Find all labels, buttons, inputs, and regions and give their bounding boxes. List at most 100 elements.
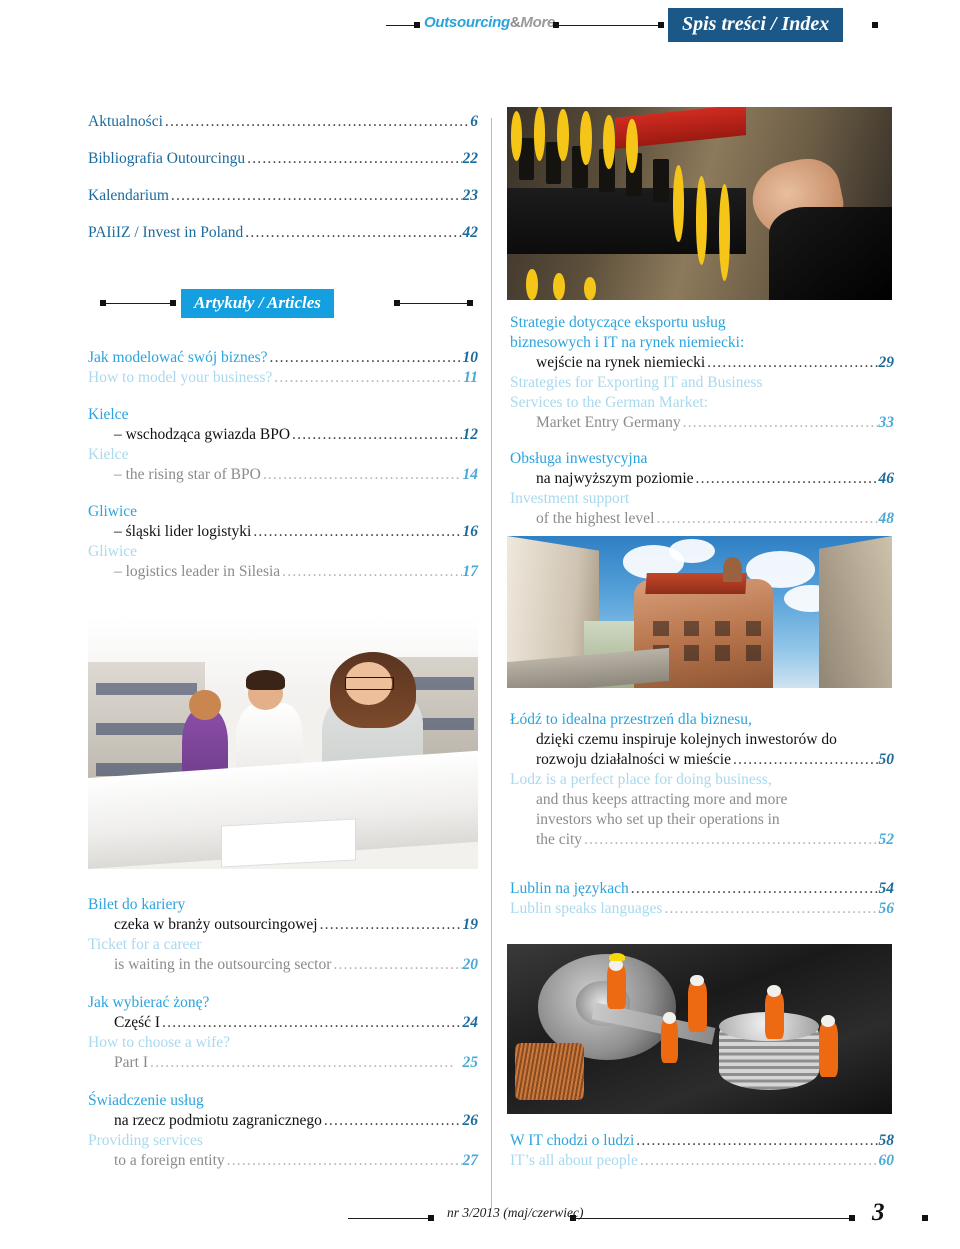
toc-article-pl-subline: – wschodząca gwiazda BPO ...............… [88, 425, 478, 445]
toc-article-en-subtitle: of the highest level [536, 510, 655, 527]
photo-worker-figurine [764, 991, 785, 1040]
toc-entry[interactable]: Bibliografia Outourcingu ...............… [88, 149, 478, 169]
toc-article-pl-title: Obsługa inwestycyjna [510, 450, 648, 467]
leader-dots: ........................................… [292, 426, 461, 443]
toc-article-en-subtitle: is waiting in the outsourcing sector [114, 956, 332, 973]
toc-article-item[interactable]: Obsługa inwestycyjna na najwyższym pozio… [510, 449, 894, 529]
toc-entry-page: 56 [878, 900, 895, 917]
leader-dots: ........................................… [274, 369, 463, 386]
leader-dots: ........................................… [732, 751, 878, 768]
logo-primary-text: Outsourcing [424, 14, 510, 31]
magazine-contents-page: Outsourcing&More Spis treści / Index Akt… [0, 0, 960, 1249]
footer-marker-4 [922, 1215, 928, 1221]
photo-worker-figurine [687, 981, 708, 1033]
toc-article-pl-title: Jak wybierać żonę? [88, 994, 210, 1011]
toc-article-pl-subline: Część I ................................… [88, 1013, 478, 1033]
toc-entry-label: Bibliografia Outourcingu [88, 150, 246, 167]
photo-yellow-cable [557, 108, 569, 162]
toc-article-en-title-line1: Strategies for Exporting IT and Business [510, 374, 763, 391]
photo-worker-helmet [608, 952, 625, 961]
articles-marker-2 [170, 300, 176, 306]
toc-entry[interactable]: Kalendarium ............................… [88, 186, 478, 206]
toc-article-item[interactable]: Kielce – wschodząca gwiazda BPO ........… [88, 405, 478, 485]
toc-article-en-subline: – the rising star of BPO ...............… [88, 465, 478, 485]
articles-rule-right [397, 303, 469, 304]
toc-article-en-title: Investment support [510, 490, 630, 507]
leader-dots: ........................................… [636, 1132, 877, 1149]
toc-article-item[interactable]: Jak wybierać żonę? Część I .............… [88, 993, 478, 1073]
toc-article-en-title: How to choose a wife? [88, 1034, 231, 1051]
toc-article-pl-subtitle: – wschodząca gwiazda BPO [114, 426, 291, 443]
photo-connector [653, 159, 669, 202]
toc-article-pl-subtitle-line1: dzięki czemu inspiruje kolejnych inwesto… [536, 731, 837, 748]
toc-lublin-entry[interactable]: Lublin na językach .....................… [510, 879, 894, 919]
toc-article-item[interactable]: Świadczenie usług na rzecz podmiotu zagr… [88, 1091, 478, 1171]
toc-article-en-subtitle: – the rising star of BPO [114, 466, 261, 483]
toc-entry[interactable]: Aktualności ............................… [88, 112, 478, 132]
toc-entry-page: 22 [462, 150, 479, 167]
page-footer: nr 3/2013 (maj/czerwiec) 3 [0, 1199, 960, 1239]
toc-lodz-entry[interactable]: Łódź to idealna przestrzeń dla biznesu, … [510, 710, 894, 850]
toc-article-en-subline: to a foreign entity ....................… [88, 1151, 478, 1171]
toc-entry-en: Lublin speaks languages ................… [510, 899, 894, 919]
photo-open-book [220, 818, 356, 868]
leader-dots: ........................................… [682, 414, 878, 431]
toc-article-en-page: 17 [462, 563, 479, 580]
leader-dots: ........................................… [164, 113, 470, 130]
toc-article-pl-title: Bilet do kariery [88, 896, 186, 913]
articles-rule-left [103, 303, 173, 304]
photo-yellow-cable [584, 276, 596, 300]
photo-yellow-cable [526, 269, 538, 300]
toc-entry-page: 58 [878, 1132, 895, 1149]
toc-article-pl-subline: rozwoju działalności w mieście .........… [510, 750, 894, 770]
toc-article-en-subline: Market Entry Germany ...................… [510, 413, 894, 433]
page-number: 3 [872, 1199, 885, 1226]
toc-article-pl-page: 26 [462, 1112, 479, 1129]
leader-dots: ........................................… [262, 466, 462, 483]
header-marker-3 [658, 22, 664, 28]
leader-dots: ........................................… [656, 510, 878, 527]
leader-dots: ........................................… [269, 349, 462, 366]
photo-ribbon-cable [514, 1042, 584, 1101]
library-students-photo [88, 617, 478, 869]
toc-article-pl-subline: na najwyższym poziomie .................… [510, 469, 894, 489]
toc-entry[interactable]: PAIiIZ / Invest in Poland ..............… [88, 223, 478, 243]
toc-article-en-subtitle-line2: investors who set up their operations in [536, 811, 780, 828]
toc-article-en-title: Kielce [88, 446, 129, 463]
leader-dots: ........................................… [282, 563, 461, 580]
photo-yellow-cable [695, 176, 708, 266]
photo-rack-body [507, 188, 746, 254]
logo-secondary-text: More [520, 14, 556, 31]
leader-dots: ........................................… [333, 956, 461, 973]
hard-drive-miniatures-photo [507, 944, 892, 1114]
column-divider [491, 118, 492, 1208]
toc-article-en-title: Gliwice [88, 543, 138, 560]
toc-article-en-page: 52 [878, 831, 895, 848]
toc-article-en-page: 25 [462, 1054, 479, 1071]
toc-it-entry[interactable]: W IT chodzi o ludzi ....................… [510, 1131, 894, 1171]
magazine-logo: Outsourcing&More [424, 14, 555, 31]
toc-article-item[interactable]: Bilet do kariery czeka w branży outsourc… [88, 895, 478, 975]
photo-yellow-cable [580, 110, 592, 165]
toc-article-item[interactable]: Gliwice – śląski lider logistyki .......… [88, 502, 478, 582]
header-marker-4 [872, 22, 878, 28]
photo-worker-figurine [661, 1018, 679, 1063]
photo-yellow-cable [626, 118, 638, 173]
toc-article-en-subtitle: to a foreign entity [114, 1152, 225, 1169]
header-rule-left [386, 25, 416, 26]
toc-article-en-line: How to model your business? ............… [88, 368, 478, 388]
leader-dots: ........................................… [162, 1014, 462, 1031]
photo-spire [722, 557, 742, 582]
toc-article-en-subline: of the highest level ...................… [510, 509, 894, 529]
toc-article-pl-page: 24 [462, 1014, 479, 1031]
toc-article-item[interactable]: Jak modelować swój biznes? .............… [88, 348, 478, 388]
toc-article-en-page: 33 [878, 414, 895, 431]
leader-dots: ........................................… [707, 354, 877, 371]
toc-article-item[interactable]: Strategie dotyczące eksportu usług bizne… [510, 313, 894, 433]
toc-article-pl-subtitle: czeka w branży outsourcingowej [114, 916, 318, 933]
toc-entry-label: W IT chodzi o ludzi [510, 1132, 635, 1149]
logo-ampersand: & [509, 14, 521, 31]
toc-article-pl-title: Gliwice [88, 503, 138, 520]
toc-article-pl-page: 50 [878, 751, 895, 768]
leader-dots: ........................................… [319, 916, 462, 933]
